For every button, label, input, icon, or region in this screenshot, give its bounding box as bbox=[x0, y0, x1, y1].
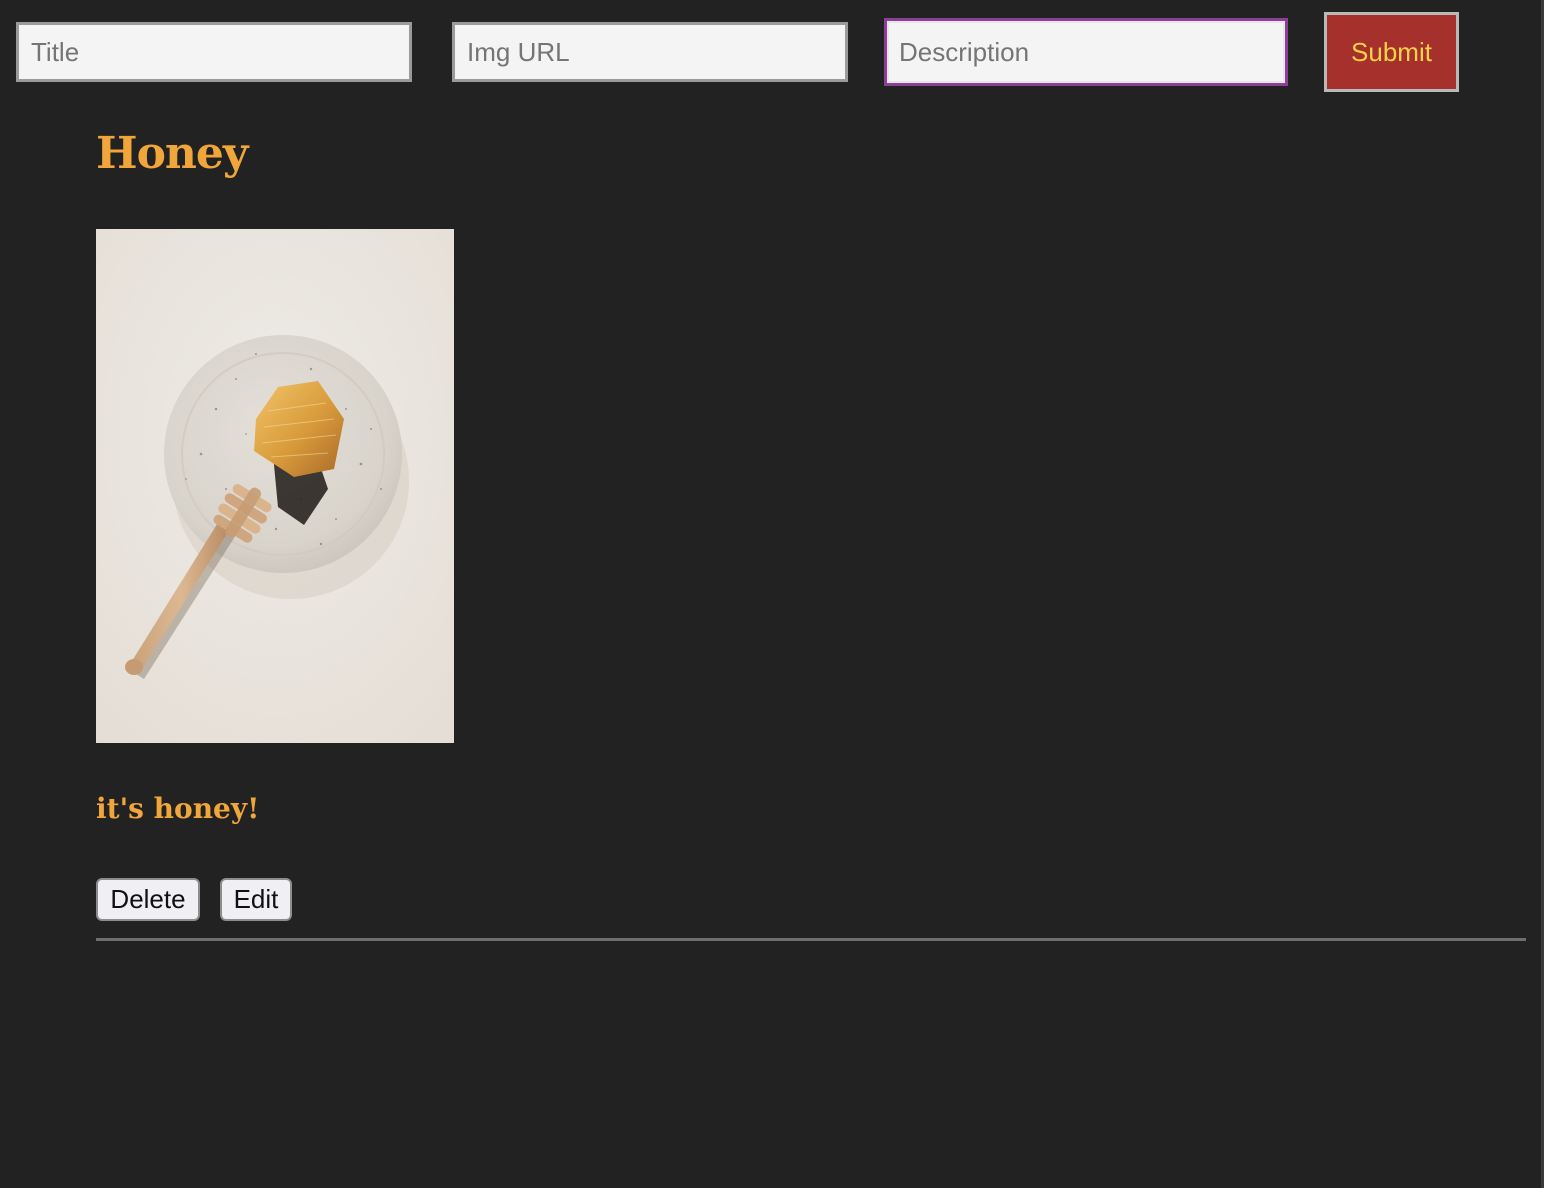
delete-button[interactable]: Delete bbox=[96, 878, 200, 921]
post-divider bbox=[96, 938, 1526, 941]
post-description: it's honey! bbox=[96, 792, 260, 825]
post-image bbox=[96, 229, 454, 743]
submit-button[interactable]: Submit bbox=[1324, 12, 1459, 92]
description-input[interactable] bbox=[884, 18, 1288, 86]
new-post-form: Submit bbox=[0, 0, 1544, 100]
img-url-input[interactable] bbox=[452, 22, 848, 82]
edit-button[interactable]: Edit bbox=[220, 878, 292, 921]
post-title: Honey bbox=[96, 128, 248, 179]
title-input[interactable] bbox=[16, 22, 412, 82]
